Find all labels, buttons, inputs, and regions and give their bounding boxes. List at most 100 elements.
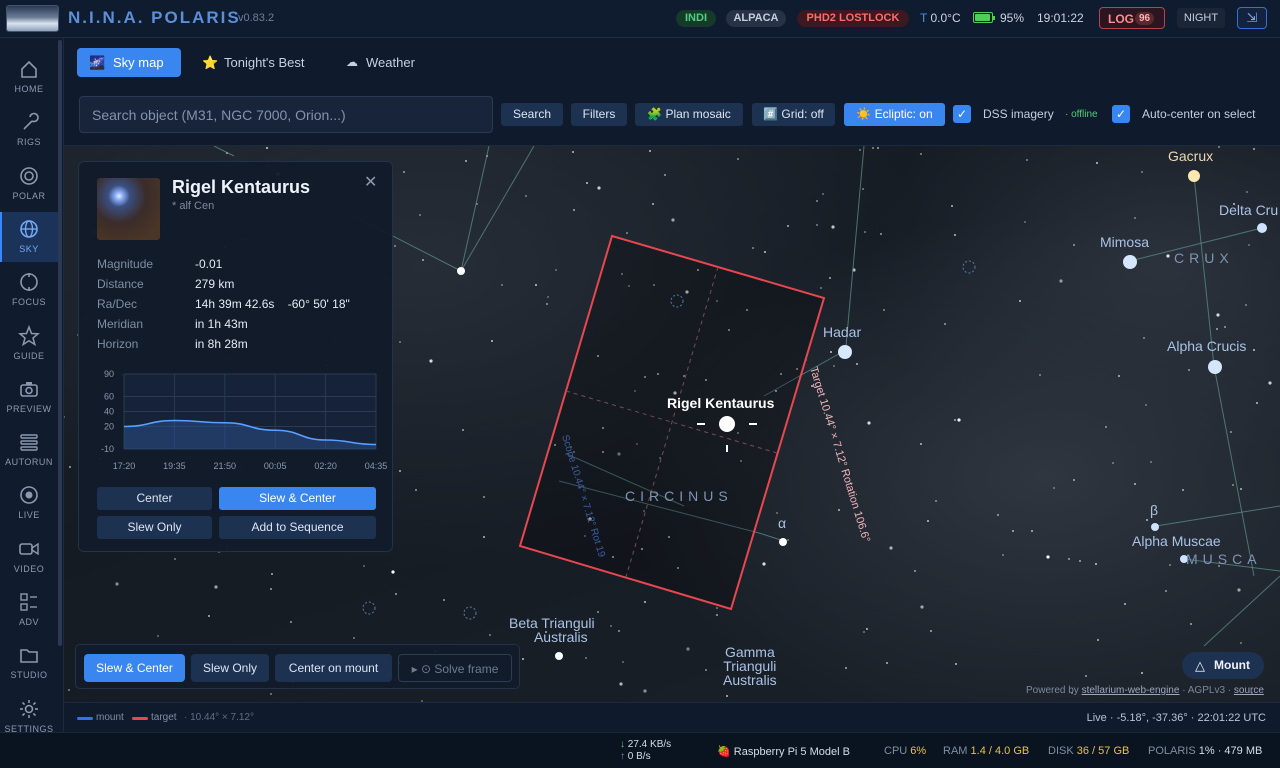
sidebar-item-video[interactable]: VIDEO bbox=[0, 532, 58, 582]
source-link[interactable]: source bbox=[1234, 685, 1264, 696]
search-input[interactable] bbox=[79, 96, 493, 133]
star-label-alpha[interactable]: α bbox=[778, 515, 786, 531]
star-label-delta-crucis[interactable]: Delta Cru bbox=[1219, 202, 1278, 218]
sidebar-item-rigs[interactable]: RIGS bbox=[0, 105, 58, 155]
map-legend: mount target · 10.44° × 7.12° Live · -5.… bbox=[64, 702, 1280, 732]
top-bar: N.I.N.A. POLARIS v0.83.2 INDI ALPACA PHD… bbox=[0, 0, 1280, 38]
sidebar-item-guide[interactable]: GUIDE bbox=[0, 319, 58, 369]
auto-center-checkbox[interactable]: ✓ bbox=[1112, 105, 1130, 123]
altitude-chart: 90 60 40 20 -10 17:20 19:35 21:50 00:05 02:20 04:3… bbox=[101, 369, 387, 471]
star-label-line: Australis bbox=[533, 629, 588, 645]
close-icon[interactable]: ✕ bbox=[364, 172, 377, 192]
sidebar-item-studio[interactable]: STUDIO bbox=[0, 638, 58, 688]
phd2-status-badge[interactable]: PHD2 LOSTLOCK bbox=[797, 10, 909, 27]
chart-y-tick-label: 20 bbox=[104, 422, 114, 432]
filters-button[interactable]: Filters bbox=[571, 103, 627, 126]
sidebar-item-sky[interactable]: SKY bbox=[0, 211, 58, 262]
object-info-panel: Rigel Kentaurus * alf Cen ✕ Magnitude -0… bbox=[78, 161, 393, 552]
app-version: v0.83.2 bbox=[238, 12, 275, 24]
star-label-mimosa[interactable]: Mimosa bbox=[1100, 234, 1149, 250]
sidebar-item-live[interactable]: LIVE bbox=[0, 478, 58, 528]
star-label-gamma-trianguli[interactable]: Gamma Trianguli Australis bbox=[723, 645, 777, 687]
cpu-stat: CPU 6% bbox=[884, 745, 926, 757]
star-label-alpha-crucis[interactable]: Alpha Crucis bbox=[1167, 338, 1246, 354]
constellation-label-circinus: CIRCINUS bbox=[625, 488, 733, 504]
horizon-value: in 8h 28m bbox=[195, 337, 248, 351]
chart-y-tick-label: 90 bbox=[104, 369, 114, 379]
collapse-icon[interactable]: ⇲ bbox=[1237, 7, 1267, 29]
raspberry-icon: 🍓 bbox=[717, 746, 731, 758]
sidebar-item-label: ADV bbox=[18, 617, 39, 627]
target-legend-label: target bbox=[151, 712, 177, 723]
sidebar-item-adv[interactable]: ADV bbox=[0, 585, 58, 635]
sidebar-item-preview[interactable]: PREVIEW bbox=[0, 372, 58, 422]
fov-legend-label: · 10.44° × 7.12° bbox=[184, 712, 254, 723]
license-text: · AGPLv3 · bbox=[1182, 685, 1232, 696]
star-icon: ⭐ bbox=[202, 55, 219, 70]
chart-x-tick-label: 17:20 bbox=[113, 461, 136, 471]
tab-label: Tonight's Best bbox=[224, 55, 305, 70]
add-to-sequence-button[interactable]: Add to Sequence bbox=[219, 516, 376, 539]
chart-x-tick-label: 00:05 bbox=[264, 461, 287, 471]
center-on-mount-button[interactable]: Center on mount bbox=[275, 654, 392, 682]
disk-stat: DISK 36 / 57 GB bbox=[1048, 745, 1129, 757]
tab-weather[interactable]: ☁ Weather bbox=[346, 48, 436, 77]
tab-label: Sky map bbox=[113, 55, 164, 70]
temperature-value: 0.0°C bbox=[930, 11, 961, 25]
star-label-alpha-muscae[interactable]: Alpha Muscae bbox=[1132, 533, 1221, 549]
sidebar-item-autorun[interactable]: AUTORUN bbox=[0, 425, 58, 475]
sidebar-item-polar[interactable]: POLAR bbox=[0, 159, 58, 209]
sidebar-item-label: RIGS bbox=[16, 137, 41, 148]
target-label[interactable]: Rigel Kentaurus bbox=[667, 395, 774, 411]
slew-only-button[interactable]: Slew Only bbox=[191, 654, 269, 682]
mount-legend-swatch bbox=[77, 717, 93, 720]
sidebar-scrollbar[interactable] bbox=[58, 40, 62, 646]
sidebar-item-focus[interactable]: FOCUS bbox=[0, 265, 58, 315]
attribution: Powered by stellarium-web-engine · AGPLv… bbox=[1026, 685, 1264, 696]
cloud-icon: ☁ bbox=[346, 55, 358, 69]
star-label-hadar[interactable]: Hadar bbox=[823, 324, 861, 340]
polaris-label: POLARIS bbox=[1148, 745, 1196, 757]
stellarium-link[interactable]: stellarium-web-engine bbox=[1082, 685, 1180, 696]
dss-status: · offline bbox=[1065, 109, 1098, 120]
slew-only-button[interactable]: Slew Only bbox=[97, 516, 212, 539]
disk-label: DISK bbox=[1048, 745, 1074, 757]
search-button[interactable]: Search bbox=[501, 103, 563, 126]
network-up: 0 B/s bbox=[627, 751, 651, 762]
mount-button[interactable]: △ Mount bbox=[1182, 652, 1264, 679]
sidebar-item-home[interactable]: HOME bbox=[0, 52, 58, 102]
ram-label: RAM bbox=[943, 745, 968, 757]
star-label-beta-trianguli[interactable]: Beta Trianguli Australis bbox=[509, 615, 595, 645]
advanced-icon bbox=[20, 593, 37, 611]
chart-y-tick-label: -10 bbox=[101, 444, 114, 454]
chart-y-tick-label: 60 bbox=[104, 392, 114, 402]
slew-action-bar: Slew & Center Slew Only Center on mount … bbox=[75, 644, 520, 689]
log-button[interactable]: LOG 96 bbox=[1099, 7, 1165, 29]
alpaca-status-badge[interactable]: ALPACA bbox=[726, 10, 786, 27]
ecliptic-toggle-button[interactable]: ☀️ Ecliptic: on bbox=[844, 103, 945, 126]
arrow-up-icon: ↑ bbox=[620, 751, 625, 762]
temperature-prefix: T bbox=[920, 11, 928, 25]
slew-center-button[interactable]: Slew & Center bbox=[219, 487, 376, 510]
center-button[interactable]: Center bbox=[97, 487, 212, 510]
grid-toggle-button[interactable]: #️⃣ Grid: off bbox=[752, 103, 835, 126]
live-status: Live · -5.18°, -37.36° · 22:01:22 UTC bbox=[1086, 712, 1266, 724]
dss-checkbox[interactable]: ✓ bbox=[953, 105, 971, 123]
plan-mosaic-button[interactable]: 🧩 Plan mosaic bbox=[635, 103, 743, 126]
slew-center-button[interactable]: Slew & Center bbox=[84, 654, 185, 682]
star-label-gacrux[interactable]: Gacrux bbox=[1168, 148, 1213, 164]
object-thumbnail bbox=[97, 178, 160, 240]
chart-x-tick-label: 02:20 bbox=[314, 461, 337, 471]
night-mode-button[interactable]: NIGHT bbox=[1177, 8, 1225, 28]
app-logo bbox=[6, 5, 59, 32]
video-icon bbox=[19, 542, 39, 555]
tab-sky-map[interactable]: 🌌 Sky map bbox=[77, 48, 181, 77]
target-legend-swatch bbox=[132, 717, 148, 720]
sidebar-item-label: VIDEO bbox=[13, 563, 45, 574]
indi-status-badge[interactable]: INDI bbox=[676, 10, 716, 27]
meridian-value: in 1h 43m bbox=[195, 317, 248, 331]
globe-icon bbox=[20, 220, 38, 238]
solve-frame-button[interactable]: ▸ ⊙ Solve frame bbox=[398, 654, 512, 682]
star-label-beta[interactable]: β bbox=[1150, 502, 1158, 518]
tab-tonights-best[interactable]: ⭐ Tonight's Best bbox=[202, 48, 322, 77]
